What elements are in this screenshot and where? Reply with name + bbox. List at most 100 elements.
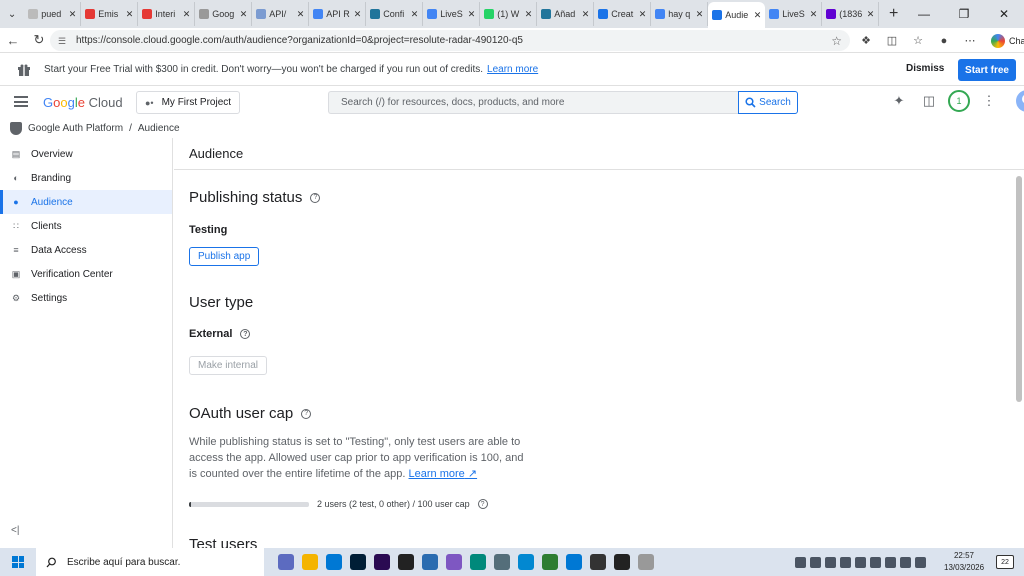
address-bar[interactable]: ☰ https://console.cloud.google.com/auth/… <box>50 30 850 51</box>
tray-icon[interactable] <box>825 556 836 568</box>
taskbar-app-icon[interactable] <box>350 554 366 570</box>
help-icon[interactable]: ? <box>301 408 312 419</box>
browser-tab[interactable]: Añad ✕ <box>537 2 595 26</box>
tab-close-icon[interactable]: ✕ <box>183 9 191 20</box>
scrollbar-thumb[interactable] <box>1016 176 1022 402</box>
hamburger-menu-icon[interactable] <box>14 96 28 107</box>
microphone-icon[interactable] <box>915 556 926 568</box>
back-button[interactable]: ← <box>0 28 26 53</box>
tab-close-icon[interactable]: ✕ <box>696 9 704 20</box>
taskbar-app-icon[interactable] <box>638 554 654 570</box>
split-screen-icon[interactable]: ◫ <box>881 30 903 52</box>
browser-tab[interactable]: Creat ✕ <box>594 2 652 26</box>
browser-tab[interactable]: API R ✕ <box>309 2 367 26</box>
dismiss-button[interactable]: Dismiss <box>906 63 944 74</box>
taskbar-app-icon[interactable] <box>422 554 438 570</box>
cloud-shell-icon[interactable]: ◫ <box>918 90 940 112</box>
tab-close-icon[interactable]: ✕ <box>810 9 818 20</box>
network-icon[interactable] <box>885 556 896 568</box>
tab-close-icon[interactable]: ✕ <box>525 9 533 20</box>
start-button[interactable] <box>0 548 36 576</box>
tab-close-icon[interactable]: ✕ <box>297 9 305 20</box>
tab-close-icon[interactable]: ✕ <box>582 9 590 20</box>
tab-close-icon[interactable]: ✕ <box>867 9 875 20</box>
taskbar-clock[interactable]: 22:57 13/03/2026 <box>944 550 984 574</box>
sidebar-item-verification-center[interactable]: ▣ Verification Center <box>0 262 172 286</box>
notification-center-badge[interactable]: 22 <box>996 555 1014 569</box>
taskbar-app-icon[interactable] <box>302 554 318 570</box>
user-cap-learn-more-link[interactable]: Learn more ↗ <box>409 468 478 480</box>
minimize-button[interactable]: — <box>904 0 944 28</box>
start-free-button[interactable]: Start free <box>958 59 1016 81</box>
taskbar-app-icon[interactable] <box>326 554 342 570</box>
tab-close-icon[interactable]: ✕ <box>69 9 77 20</box>
volume-icon[interactable] <box>900 556 911 568</box>
more-menu-icon[interactable]: ⋯ <box>959 30 981 52</box>
taskbar-app-icon[interactable] <box>494 554 510 570</box>
taskbar-app-icon[interactable] <box>614 554 630 570</box>
browser-tab[interactable]: (1) W ✕ <box>480 2 538 26</box>
help-icon[interactable]: ? <box>477 499 488 509</box>
restore-button[interactable]: ❐ <box>944 0 984 28</box>
browser-tab[interactable]: API/ ✕ <box>252 2 310 26</box>
extensions-icon[interactable]: ❖ <box>855 30 877 52</box>
browser-tab[interactable]: (1836 ✕ <box>822 2 880 26</box>
notifications-badge[interactable]: 1 <box>948 90 970 112</box>
tab-close-icon[interactable]: ✕ <box>411 9 419 20</box>
chat-button[interactable]: Chat <box>985 32 1024 50</box>
browser-tab[interactable]: Audie ✕ <box>708 2 766 28</box>
sidebar-item-audience[interactable]: ● Audience <box>0 190 172 214</box>
taskbar-app-icon[interactable] <box>542 554 558 570</box>
browser-tab[interactable]: LiveS ✕ <box>765 2 823 26</box>
taskbar-app-icon[interactable] <box>590 554 606 570</box>
collapse-sidebar-icon[interactable]: <| <box>11 525 19 536</box>
tab-close-icon[interactable]: ✕ <box>639 9 647 20</box>
breadcrumb-root[interactable]: Google Auth Platform <box>28 123 123 134</box>
banner-learn-more-link[interactable]: Learn more <box>487 64 538 75</box>
taskbar-app-icon[interactable] <box>278 554 294 570</box>
tray-icon[interactable] <box>795 556 806 568</box>
browser-tab[interactable]: Goog ✕ <box>195 2 253 26</box>
sidebar-item-settings[interactable]: ⚙ Settings <box>0 286 172 310</box>
project-picker-button[interactable]: ●• My First Project <box>136 91 240 114</box>
site-info-icon[interactable]: ☰ <box>58 36 68 46</box>
tab-close-icon[interactable]: ✕ <box>354 9 362 20</box>
help-icon[interactable]: ? <box>240 329 251 339</box>
taskbar-app-icon[interactable] <box>398 554 414 570</box>
scrollbar[interactable] <box>1016 170 1022 538</box>
profile-icon[interactable]: ● <box>933 30 955 52</box>
browser-tab[interactable]: Interi ✕ <box>138 2 196 26</box>
gemini-sparkle-icon[interactable]: ✦ <box>888 90 910 112</box>
browser-tab[interactable]: Emis ✕ <box>81 2 139 26</box>
reload-button[interactable]: ↻ <box>26 28 52 53</box>
sidebar-item-data-access[interactable]: ≡ Data Access <box>0 238 172 262</box>
close-window-button[interactable]: ✕ <box>984 0 1024 28</box>
tab-close-icon[interactable]: ✕ <box>126 9 134 20</box>
more-vert-icon[interactable]: ⋮ <box>978 90 1000 112</box>
taskbar-app-icon[interactable] <box>518 554 534 570</box>
browser-tab[interactable]: pued ✕ <box>24 2 82 26</box>
help-icon[interactable]: ? <box>310 192 321 203</box>
tab-close-icon[interactable]: ✕ <box>754 10 762 21</box>
new-tab-button[interactable]: + <box>883 2 904 26</box>
tray-icon[interactable] <box>810 556 821 568</box>
browser-tab[interactable]: hay q ✕ <box>651 2 709 26</box>
tray-icon[interactable] <box>855 556 866 568</box>
sidebar-item-clients[interactable]: ∷ Clients <box>0 214 172 238</box>
tab-close-icon[interactable]: ✕ <box>240 9 248 20</box>
avatar[interactable] <box>1016 90 1024 112</box>
bluetooth-icon[interactable] <box>840 556 851 568</box>
search-input[interactable]: Search (/) for resources, docs, products… <box>328 91 738 114</box>
bookmark-star-icon[interactable]: ☆ <box>831 34 842 48</box>
tab-actions-chevron-icon[interactable]: ⌄ <box>0 0 24 28</box>
taskbar-app-icon[interactable] <box>470 554 486 570</box>
browser-tab[interactable]: LiveS ✕ <box>423 2 481 26</box>
url-text[interactable]: https://console.cloud.google.com/auth/au… <box>76 35 831 46</box>
google-cloud-logo[interactable]: Google Cloud <box>43 95 123 110</box>
sidebar-item-branding[interactable]: ◐ Branding <box>0 166 172 190</box>
tab-close-icon[interactable]: ✕ <box>468 9 476 20</box>
sidebar-item-overview[interactable]: ▤ Overview <box>0 142 172 166</box>
tray-icon[interactable] <box>870 556 881 568</box>
favorites-icon[interactable]: ☆ <box>907 30 929 52</box>
search-button[interactable]: Search <box>738 91 798 114</box>
